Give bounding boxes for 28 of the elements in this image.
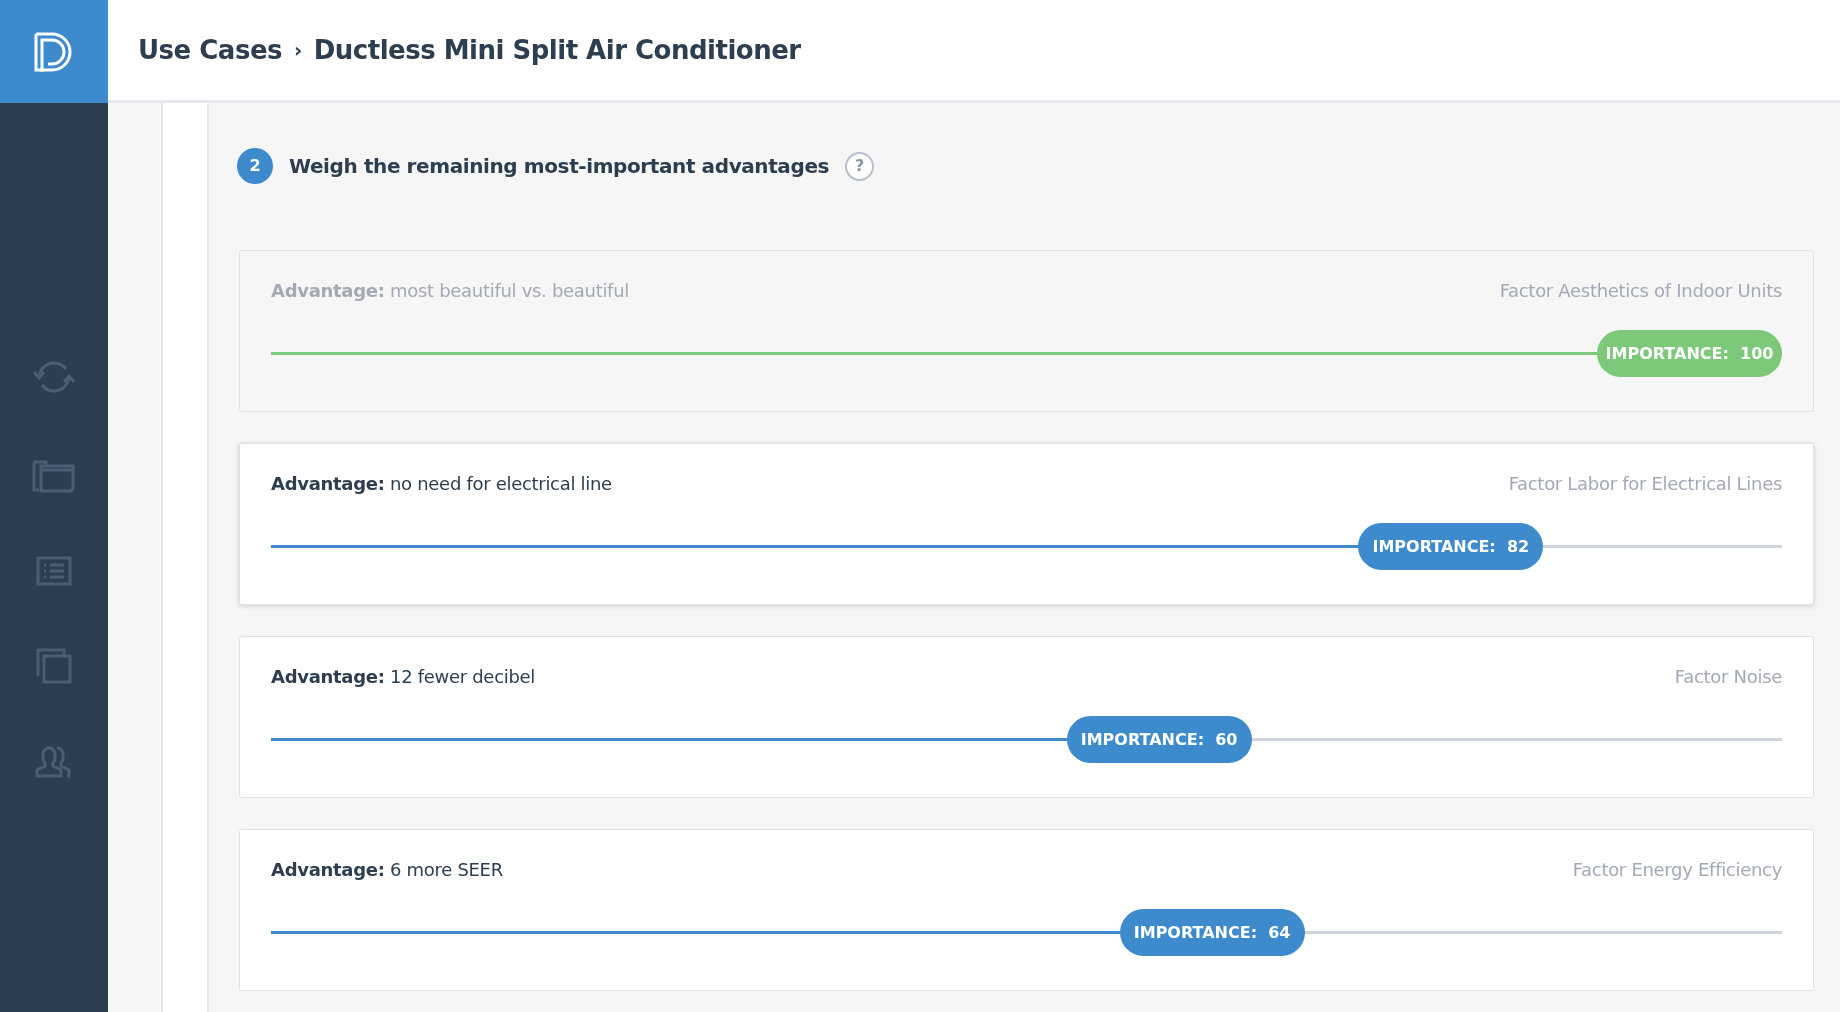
importance-slider-handle[interactable]: IMPORTANCE: 60 (1066, 716, 1252, 763)
importance-slider-handle[interactable]: IMPORTANCE: 64 (1119, 909, 1305, 956)
breadcrumb-separator: › (294, 37, 302, 64)
step-number: 2 (237, 148, 273, 184)
factor-label: Factor Aesthetics of Indoor Units (1499, 279, 1782, 303)
folder-icon[interactable] (32, 458, 76, 494)
sync-icon[interactable] (31, 358, 77, 396)
breadcrumb-link[interactable]: Use Cases (138, 30, 282, 70)
logo-block[interactable] (0, 0, 108, 103)
users-icon[interactable] (35, 746, 73, 778)
slider-track[interactable]: IMPORTANCE: 82 (271, 523, 1782, 570)
importance-slider-handle[interactable]: IMPORTANCE: 82 (1358, 523, 1544, 570)
slider-track[interactable]: IMPORTANCE: 60 (271, 716, 1782, 763)
advantage-text: Advantage: 12 fewer decibel (271, 665, 536, 689)
advantage-text: Advantage: most beautiful vs. beautiful (271, 279, 629, 303)
factor-label: Factor Noise (1674, 665, 1782, 689)
slider-track[interactable]: IMPORTANCE: 100 (271, 330, 1782, 377)
page-title: Ductless Mini Split Air Conditioner (313, 33, 801, 67)
advantage-text: Advantage: 6 more SEER (271, 858, 503, 882)
factor-label: Factor Labor for Electrical Lines (1508, 472, 1782, 496)
copy-icon[interactable] (36, 648, 72, 684)
help-button[interactable]: ? (845, 151, 875, 181)
factor-label: Factor Energy Efficiency (1572, 858, 1782, 882)
step-title: Weigh the remaining most-important advantages (289, 153, 830, 180)
slider-track[interactable]: IMPORTANCE: 64 (271, 909, 1782, 956)
importance-slider-handle[interactable]: IMPORTANCE: 100 (1597, 330, 1782, 377)
list-icon[interactable] (36, 556, 72, 586)
advantage-text: Advantage: no need for electrical line (271, 472, 612, 496)
